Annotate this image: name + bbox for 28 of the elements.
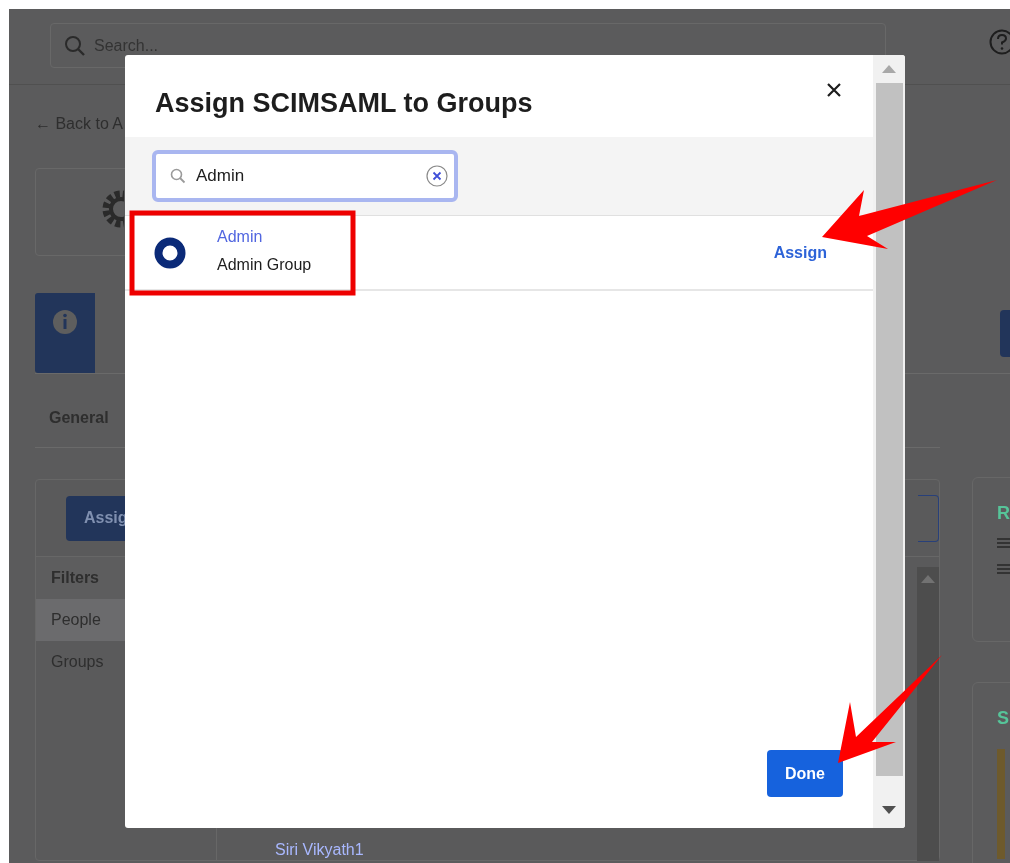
help-icon[interactable] [989, 28, 1010, 56]
assign-link[interactable]: Assign [773, 243, 827, 262]
close-icon[interactable] [827, 83, 841, 97]
card-heading: S [997, 708, 1009, 729]
group-name-link[interactable]: Admin [217, 227, 312, 246]
user-link[interactable]: Siri Vikyath1 [275, 841, 917, 859]
scroll-down-icon[interactable] [882, 806, 896, 814]
scroll-up-icon[interactable] [921, 575, 935, 583]
card-heading: R [997, 503, 1010, 524]
list-icon [997, 564, 1010, 576]
search-icon [64, 35, 86, 57]
scrollbar[interactable] [917, 567, 939, 861]
done-button[interactable]: Done [767, 750, 843, 797]
info-tab[interactable] [35, 293, 95, 373]
outline-button[interactable] [918, 494, 939, 542]
search-field[interactable]: Admin [152, 150, 458, 202]
info-icon [52, 309, 78, 335]
scrollbar[interactable] [873, 55, 905, 828]
action-button[interactable] [1000, 309, 1010, 357]
gear-icon [102, 190, 124, 228]
group-description: Admin Group [217, 255, 312, 274]
scroll-thumb[interactable] [875, 83, 903, 776]
scroll-up-icon[interactable] [882, 65, 896, 73]
ring-icon [154, 236, 186, 269]
search-icon [170, 168, 186, 184]
clear-icon[interactable] [426, 165, 448, 187]
list-icon [997, 538, 1010, 550]
dialog-title: Assign SCIMSAML to Groups [155, 87, 533, 119]
